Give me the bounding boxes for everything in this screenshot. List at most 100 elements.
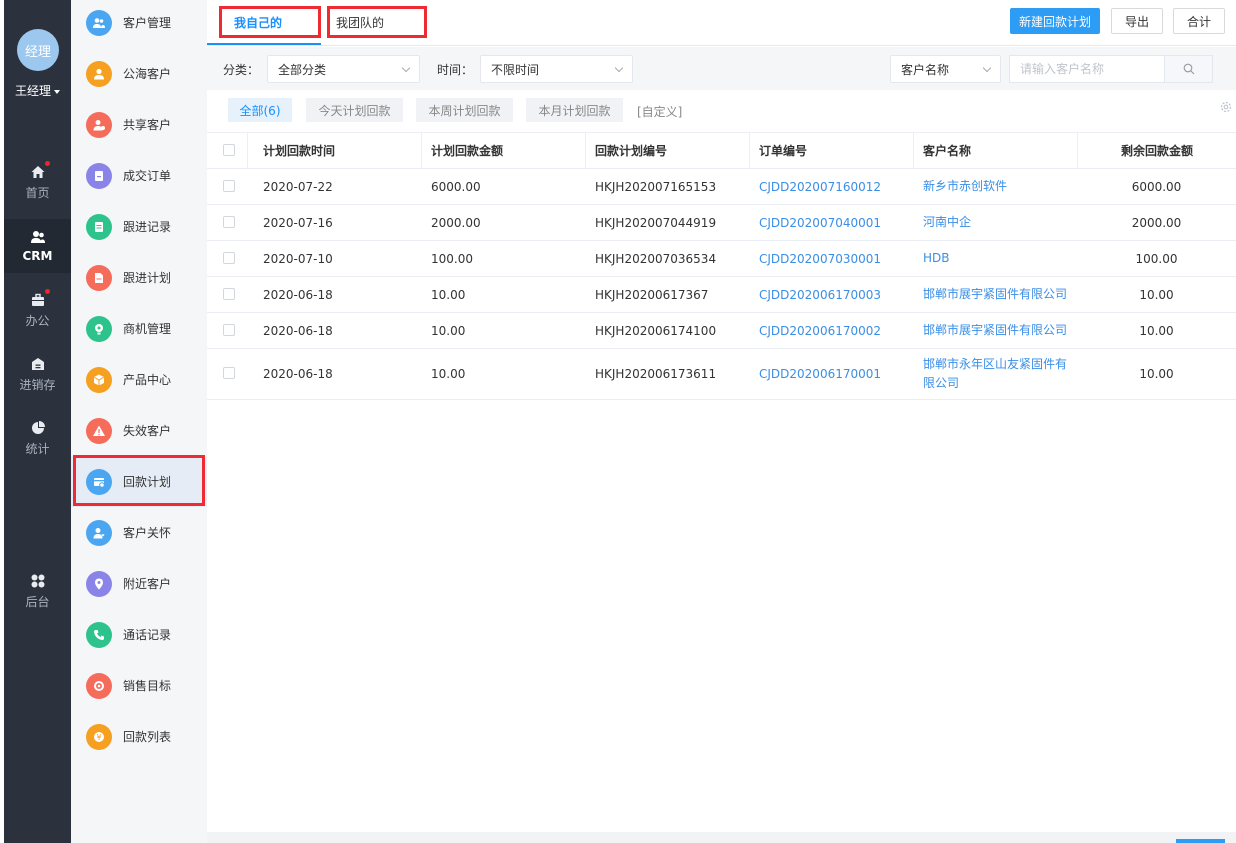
- filter-month-button[interactable]: 本月计划回款: [526, 98, 623, 122]
- menu-item-customers[interactable]: 客户管理: [71, 0, 207, 48]
- select-all-checkbox[interactable]: [223, 144, 235, 156]
- row-checkbox[interactable]: [223, 180, 235, 192]
- export-button[interactable]: 导出: [1111, 8, 1163, 34]
- rail-item-home[interactable]: 首页: [4, 155, 71, 209]
- menu-item-call-records[interactable]: 通话记录: [71, 609, 207, 660]
- rail-item-inventory[interactable]: 进销存: [4, 347, 71, 401]
- pie-chart-icon: [30, 420, 46, 436]
- menu-label: 跟进记录: [123, 220, 172, 234]
- follow-plan-icon: [86, 264, 112, 291]
- row-checkbox[interactable]: [223, 324, 235, 336]
- menu-item-follow-plans[interactable]: 跟进计划: [71, 252, 207, 303]
- menu-label: 附近客户: [123, 577, 172, 591]
- menu-item-shared-customers[interactable]: 共享客户: [71, 99, 207, 150]
- order-link[interactable]: CJDD202007160012: [759, 169, 919, 204]
- pagination-current[interactable]: [1176, 839, 1225, 843]
- table-row[interactable]: 2020-06-18 10.00 HKJH20200617367 CJDD202…: [207, 277, 1236, 313]
- order-link[interactable]: CJDD202006170003: [759, 277, 919, 312]
- rail-item-statistics[interactable]: 统计: [4, 411, 71, 465]
- time-select[interactable]: 不限时间: [480, 55, 633, 83]
- pagination-bar: [207, 832, 1236, 843]
- filter-all-button[interactable]: 全部(6): [228, 98, 292, 122]
- cell-remaining: 2000.00: [1131, 215, 1182, 230]
- category-select[interactable]: 全部分类: [267, 55, 420, 83]
- order-link[interactable]: CJDD202007030001: [759, 241, 919, 276]
- menu-item-opportunities[interactable]: 商机管理: [71, 303, 207, 354]
- menu-item-orders[interactable]: 成交订单: [71, 150, 207, 201]
- tab-mine[interactable]: 我自己的: [219, 6, 321, 38]
- menu-item-customer-care[interactable]: 客户关怀: [71, 507, 207, 558]
- filter-today-button[interactable]: 今天计划回款: [306, 98, 403, 122]
- header-date: 计划回款时间: [247, 133, 421, 168]
- location-icon: [86, 570, 112, 597]
- row-checkbox[interactable]: [223, 252, 235, 264]
- menu-item-sales-targets[interactable]: 销售目标: [71, 660, 207, 711]
- customer-link[interactable]: 邯郸市永年区山友紧固件有限公司: [923, 349, 1073, 399]
- public-pool-icon: [86, 60, 112, 87]
- menu-label: 回款列表: [123, 730, 172, 744]
- customer-link[interactable]: 河南中企: [923, 205, 1073, 240]
- menu-label: 通话记录: [123, 628, 172, 642]
- avatar[interactable]: 经理: [17, 29, 59, 71]
- search-icon: [1183, 63, 1194, 75]
- header-amount: 计划回款金额: [421, 133, 585, 168]
- main-panel: 我自己的 我团队的 新建回款计划 导出 合计 分类： 全部分类 时间： 不限时间…: [207, 0, 1236, 843]
- customer-link[interactable]: 邯郸市展宇紧固件有限公司: [923, 277, 1073, 312]
- header-plan-no: 回款计划编号: [585, 133, 749, 168]
- menu-item-public-pool[interactable]: 公海客户: [71, 48, 207, 99]
- header-remaining: 剩余回款金额: [1077, 133, 1236, 168]
- cell-remaining: 10.00: [1139, 323, 1174, 338]
- user-menu[interactable]: 王经理: [4, 82, 71, 99]
- table-row[interactable]: 2020-07-16 2000.00 HKJH202007044919 CJDD…: [207, 205, 1236, 241]
- table-row[interactable]: 2020-07-10 100.00 HKJH202007036534 CJDD2…: [207, 241, 1236, 277]
- category-value: 全部分类: [278, 62, 327, 77]
- menu-item-invalid-customers[interactable]: 失效客户: [71, 405, 207, 456]
- order-link[interactable]: CJDD202007040001: [759, 205, 919, 240]
- menu-item-payment-list[interactable]: ¥ 回款列表: [71, 711, 207, 762]
- time-label: 时间：: [437, 63, 474, 77]
- rail-label: 后台: [25, 594, 50, 609]
- notification-dot: [44, 160, 50, 166]
- search-input[interactable]: [1009, 55, 1165, 83]
- cell-plan-no: HKJH20200617367: [595, 287, 709, 302]
- filter-custom-link[interactable]: [自定义]: [637, 103, 682, 120]
- menu-label: 商机管理: [123, 322, 172, 336]
- menu-item-products[interactable]: 产品中心: [71, 354, 207, 405]
- rail-item-crm[interactable]: CRM: [4, 219, 71, 273]
- customers-icon: [86, 9, 112, 36]
- row-checkbox[interactable]: [223, 367, 235, 379]
- search-button[interactable]: [1164, 55, 1213, 83]
- menu-item-nearby-customers[interactable]: 附近客户: [71, 558, 207, 609]
- menu-label: 产品中心: [123, 373, 172, 387]
- cell-plan-no: HKJH202007036534: [595, 251, 717, 266]
- search-field-select[interactable]: 客户名称: [890, 55, 1001, 83]
- search-field-value: 客户名称: [901, 62, 950, 77]
- menu-item-payment-plans[interactable]: 回款计划: [71, 456, 207, 507]
- table-row[interactable]: 2020-06-18 10.00 HKJH202006174100 CJDD20…: [207, 313, 1236, 349]
- menu-item-follow-records[interactable]: 跟进记录: [71, 201, 207, 252]
- order-link[interactable]: CJDD202006170001: [759, 349, 919, 399]
- tab-team[interactable]: 我团队的: [327, 6, 427, 38]
- menu-label: 公海客户: [123, 67, 172, 81]
- table-row[interactable]: 2020-06-18 10.00 HKJH202006173611 CJDD20…: [207, 349, 1236, 400]
- table-row[interactable]: 2020-07-22 6000.00 HKJH202007165153 CJDD…: [207, 169, 1236, 205]
- new-payment-plan-button[interactable]: 新建回款计划: [1010, 8, 1100, 34]
- menu-label: 客户关怀: [123, 526, 172, 540]
- menu-label: 成交订单: [123, 169, 172, 183]
- customer-link[interactable]: 新乡市赤创软件: [923, 169, 1073, 204]
- notification-dot: [44, 288, 50, 294]
- order-link[interactable]: CJDD202006170002: [759, 313, 919, 348]
- cell-plan-no: HKJH202007044919: [595, 215, 717, 230]
- rail-item-office[interactable]: 办公: [4, 283, 71, 337]
- customer-link[interactable]: HDB: [923, 241, 1073, 276]
- filter-week-button[interactable]: 本周计划回款: [416, 98, 513, 122]
- customer-link[interactable]: 邯郸市展宇紧固件有限公司: [923, 313, 1073, 348]
- gear-icon[interactable]: [1219, 100, 1233, 114]
- row-checkbox[interactable]: [223, 288, 235, 300]
- rail-item-admin[interactable]: 后台: [4, 564, 71, 618]
- row-checkbox[interactable]: [223, 216, 235, 228]
- total-button[interactable]: 合计: [1173, 8, 1225, 34]
- crm-icon: [30, 229, 46, 245]
- cell-amount: 10.00: [431, 367, 466, 381]
- tab-bar: 我自己的 我团队的 新建回款计划 导出 合计: [207, 0, 1236, 46]
